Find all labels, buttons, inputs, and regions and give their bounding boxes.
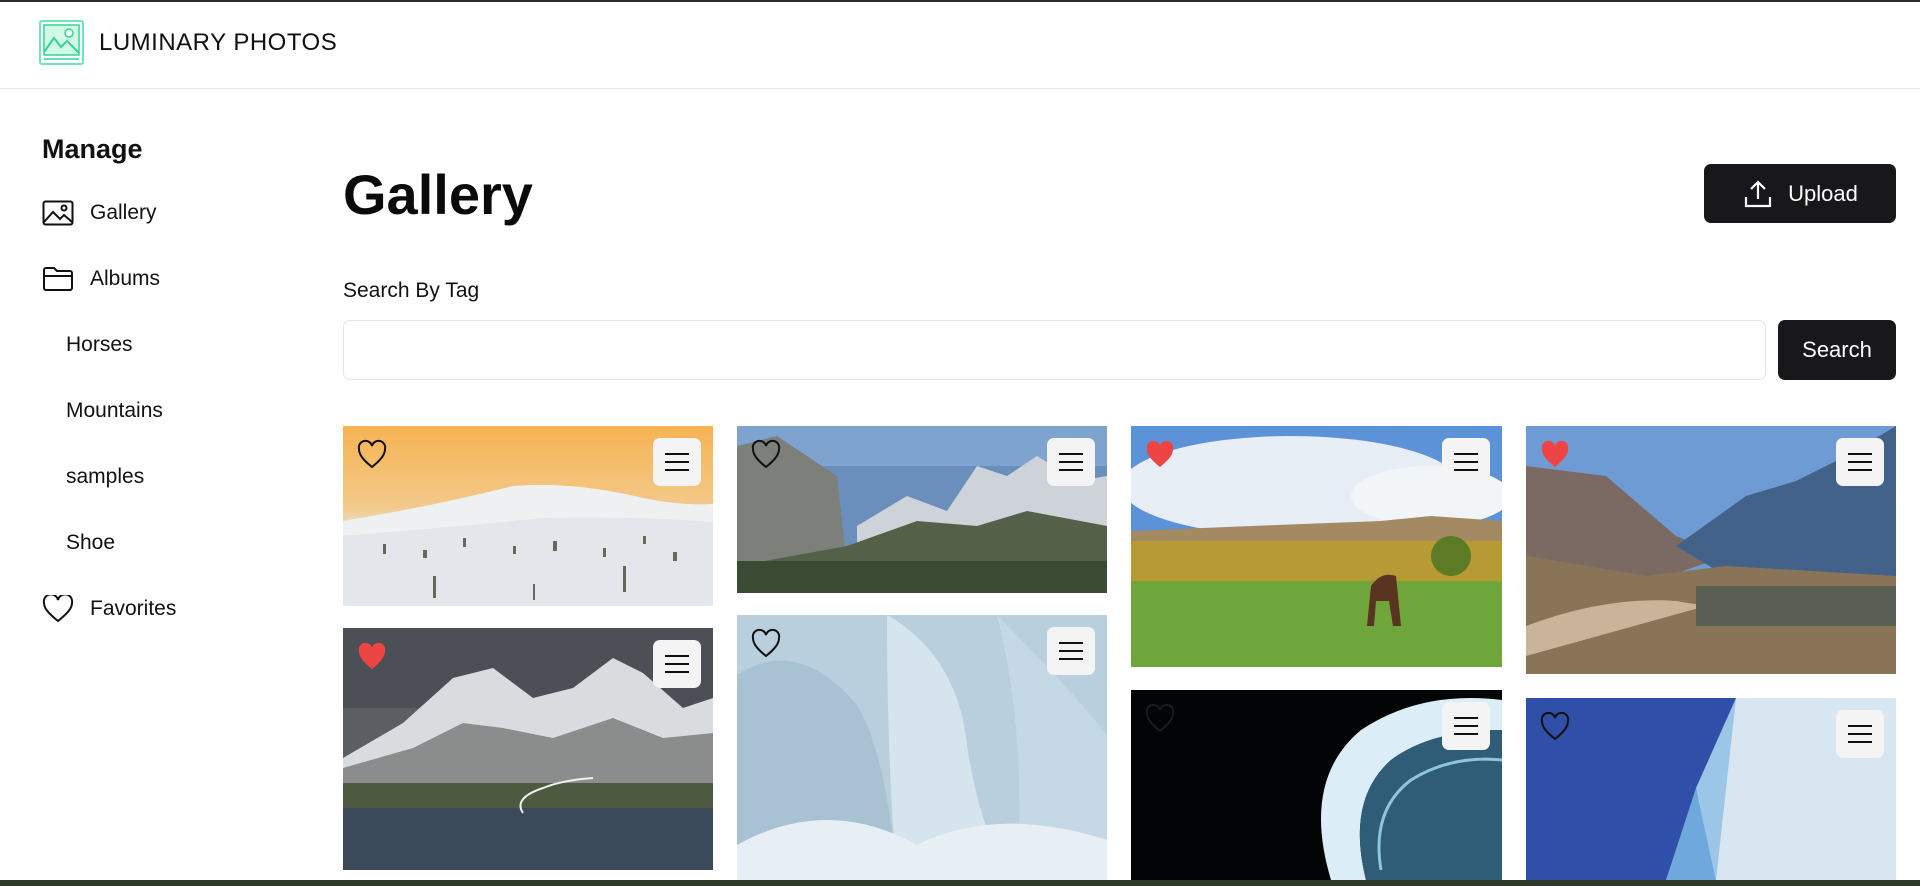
album-item-samples[interactable]: samples <box>66 462 144 492</box>
photo-card[interactable] <box>1526 698 1896 880</box>
menu-icon <box>1454 453 1478 471</box>
photo-card[interactable] <box>737 615 1107 880</box>
photo-card[interactable] <box>1131 690 1502 880</box>
photo-menu-button[interactable] <box>653 438 701 486</box>
brand-name: LUMINARY PHOTOS <box>99 29 338 56</box>
logo-icon[interactable] <box>39 20 84 65</box>
search-label: Search By Tag <box>343 279 480 302</box>
menu-icon <box>1059 453 1083 471</box>
upload-label: Upload <box>1788 180 1858 206</box>
top-bar: LUMINARY PHOTOS <box>0 2 1920 89</box>
favorite-heart-icon[interactable] <box>750 439 782 471</box>
menu-icon <box>1454 717 1478 735</box>
photo-card[interactable] <box>343 426 713 606</box>
photo-card[interactable] <box>1131 426 1502 667</box>
favorite-heart-icon[interactable] <box>1144 439 1176 471</box>
photo-menu-button[interactable] <box>1836 438 1884 486</box>
album-item-horses[interactable]: Horses <box>66 330 133 360</box>
sidebar-item-albums[interactable]: Albums <box>42 259 160 299</box>
sidebar-item-label: Albums <box>90 267 161 290</box>
photo-card[interactable] <box>1526 426 1896 674</box>
sidebar-heading: Manage <box>42 134 143 164</box>
heart-icon <box>42 594 76 624</box>
upload-button[interactable]: Upload <box>1704 164 1896 223</box>
menu-icon <box>1059 642 1083 660</box>
album-item-shoe[interactable]: Shoe <box>66 528 115 558</box>
photo-menu-button[interactable] <box>1442 702 1490 750</box>
app-window: LUMINARY PHOTOS Manage Gallery Albums Ho… <box>0 2 1920 880</box>
photo-menu-button[interactable] <box>1047 627 1095 675</box>
photo-menu-button[interactable] <box>653 640 701 688</box>
photo-card[interactable] <box>737 426 1107 593</box>
sidebar-item-label: Favorites <box>90 597 177 620</box>
upload-icon <box>1745 179 1772 207</box>
menu-icon <box>665 453 689 471</box>
favorite-heart-icon[interactable] <box>1539 439 1571 471</box>
page-title: Gallery <box>343 163 533 226</box>
sidebar-item-gallery[interactable]: Gallery <box>42 193 157 233</box>
favorite-heart-icon[interactable] <box>1144 703 1176 735</box>
menu-icon <box>1848 453 1872 471</box>
favorite-heart-icon[interactable] <box>356 439 388 471</box>
menu-icon <box>1848 725 1872 743</box>
folder-icon <box>42 264 76 294</box>
favorite-heart-icon[interactable] <box>1539 711 1571 743</box>
photo-menu-button[interactable] <box>1047 438 1095 486</box>
favorite-heart-icon[interactable] <box>356 641 388 673</box>
photo-menu-button[interactable] <box>1442 438 1490 486</box>
sidebar: Manage Gallery Albums Horses Mountains s… <box>0 90 300 880</box>
sidebar-item-favorites[interactable]: Favorites <box>42 589 176 629</box>
window-bottom-edge <box>0 880 1920 886</box>
photo-menu-button[interactable] <box>1836 710 1884 758</box>
photo-card[interactable] <box>343 628 713 870</box>
album-item-mountains[interactable]: Mountains <box>66 396 163 426</box>
menu-icon <box>665 655 689 673</box>
search-button[interactable]: Search <box>1778 320 1896 380</box>
search-input[interactable] <box>343 320 1766 380</box>
favorite-heart-icon[interactable] <box>750 628 782 660</box>
sidebar-item-label: Gallery <box>90 201 157 224</box>
image-icon <box>42 198 76 228</box>
